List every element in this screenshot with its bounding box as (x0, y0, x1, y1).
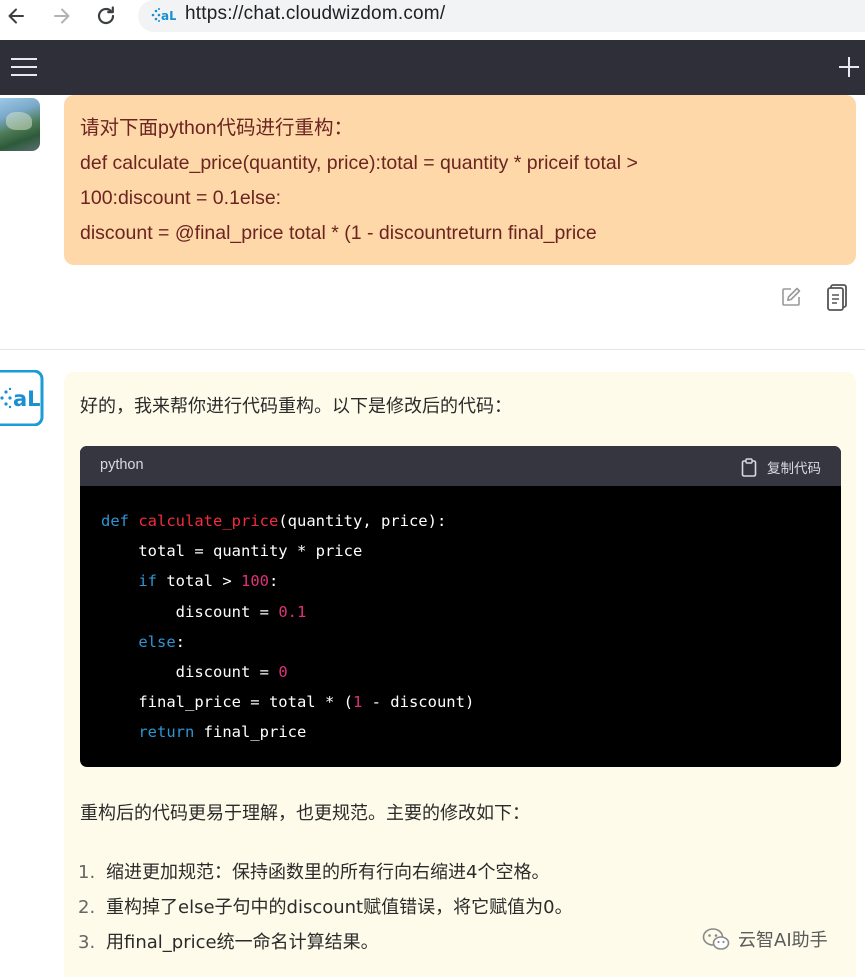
reload-button[interactable] (94, 4, 118, 28)
arrow-left-icon (8, 8, 24, 24)
user-avatar (0, 98, 40, 151)
reload-icon (97, 6, 115, 25)
user-message-line: def calculate_price(quantity, price):tot… (80, 152, 638, 174)
ai-logo-icon: aL (0, 369, 44, 427)
code-block-header: python 复制代码 (80, 446, 841, 486)
code-token: total > (157, 572, 241, 591)
edit-button[interactable] (780, 286, 802, 312)
code-line: total = quantity * price (101, 536, 841, 566)
code-line: final_price = total * (1 - discount) (101, 687, 841, 717)
site-logo-icon: aL (151, 8, 176, 23)
code-line: discount = 0.1 (101, 597, 841, 627)
edit-icon (782, 287, 801, 306)
code-line: def calculate_price(quantity, price): (101, 506, 841, 536)
forward-button[interactable] (50, 4, 74, 28)
svg-text:aL: aL (161, 9, 176, 23)
user-message-line: 请对下面python代码进行重构： (80, 117, 354, 139)
arrow-right-icon (54, 8, 70, 24)
code-language-label: python (100, 457, 144, 473)
code-token: total = quantity * price (101, 542, 363, 561)
url-text[interactable]: https://chat.cloudwizdom.com/ (185, 3, 445, 25)
code-block: python 复制代码 def calculate_price(quantity… (80, 446, 841, 767)
ai-message-bubble: 好的，我来帮你进行代码重构。以下是修改后的代码： python 复制代码 def… (64, 372, 856, 977)
code-token: : (175, 632, 185, 651)
list-item-number: 2. (78, 897, 96, 918)
copy-code-label: 复制代码 (767, 461, 821, 477)
code-token: def (101, 512, 129, 530)
app-header (0, 40, 865, 95)
copy-icon (827, 284, 847, 311)
code-token: discount = (101, 602, 279, 621)
list-item-number: 1. (78, 862, 96, 883)
code-token: final_price = total * ( (101, 693, 353, 712)
menu-button[interactable] (10, 56, 38, 78)
list-item-text: 缩进更加规范：保持函数里的所有行向右缩进4个空格。 (106, 862, 550, 883)
watermark-text: 云智AI助手 (738, 930, 828, 951)
list-item-text: 用final_price统一命名计算结果。 (106, 932, 379, 953)
clipboard-icon (741, 457, 757, 477)
svg-text:aL: aL (13, 387, 41, 411)
code-token: : (269, 572, 279, 591)
list-item: 3. 用final_price统一命名计算结果。 (78, 928, 573, 963)
user-message-bubble: 请对下面python代码进行重构： def calculate_price(qu… (64, 95, 856, 265)
list-item: 2. 重构掉了else子句中的discount赋值错误，将它赋值为0。 (78, 893, 573, 928)
new-chat-button[interactable] (836, 54, 862, 80)
copy-message-button[interactable] (826, 283, 850, 315)
code-token: 0.1 (278, 602, 307, 621)
code-token: 100 (241, 572, 269, 591)
code-line: if total > 100: (101, 566, 841, 596)
copy-code-button[interactable]: 复制代码 (741, 456, 821, 478)
code-token: final_price (194, 723, 307, 742)
browser-toolbar: aL https://chat.cloudwizdom.com/ (0, 0, 865, 40)
wechat-icon (702, 928, 730, 950)
code-token: else (138, 632, 176, 651)
code-token: return (138, 723, 195, 742)
code-token: 0 (278, 662, 288, 681)
code-line: return final_price (101, 717, 841, 747)
list-item: 1. 缩进更加规范：保持函数里的所有行向右缩进4个空格。 (78, 858, 573, 893)
message-divider (0, 349, 865, 350)
list-item-number: 3. (78, 932, 96, 953)
code-token: if (138, 572, 157, 591)
back-button[interactable] (4, 4, 28, 28)
user-message-line: 100:discount = 0.1else: (80, 187, 282, 209)
changes-list: 1. 缩进更加规范：保持函数里的所有行向右缩进4个空格。 2. 重构掉了else… (78, 858, 573, 963)
ai-summary-text: 重构后的代码更易于理解，也更规范。主要的修改如下： (80, 803, 530, 824)
code-token: (quantity, price): (278, 512, 447, 530)
ai-avatar: aL (0, 369, 44, 427)
code-token: calculate_price (138, 512, 279, 530)
code-body: def calculate_price(quantity, price): to… (80, 486, 841, 748)
code-line: else: (101, 627, 841, 657)
code-token: discount = (101, 662, 279, 681)
watermark: 云智AI助手 (702, 926, 828, 952)
ai-intro-text: 好的，我来帮你进行代码重构。以下是修改后的代码： (80, 396, 512, 417)
list-item-text: 重构掉了else子句中的discount赋值错误，将它赋值为0。 (106, 897, 573, 918)
code-token: - discount) (362, 693, 475, 712)
user-message-line: discount = @final_price total * (1 - dis… (80, 222, 597, 244)
code-line: discount = 0 (101, 657, 841, 687)
code-token: 1 (352, 693, 363, 712)
